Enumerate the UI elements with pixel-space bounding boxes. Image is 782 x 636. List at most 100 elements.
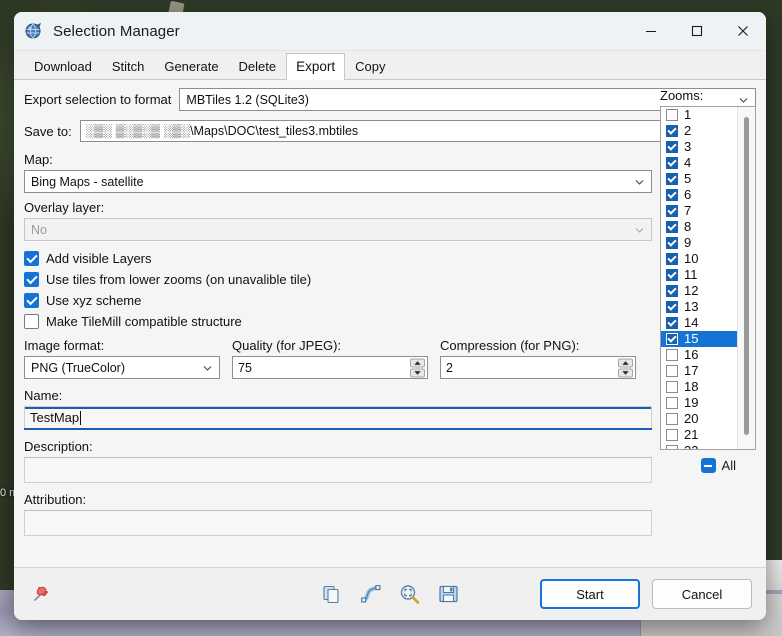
zoom-checkbox-16[interactable] bbox=[666, 349, 678, 361]
name-label: Name: bbox=[24, 388, 652, 403]
format-value: MBTiles 1.2 (SQLite3) bbox=[186, 93, 309, 107]
image-format-select[interactable]: PNG (TrueColor) bbox=[24, 356, 220, 379]
zoom-checkbox-8[interactable] bbox=[666, 221, 678, 233]
zoom-level-label: 20 bbox=[684, 411, 698, 427]
zoom-checkbox-7[interactable] bbox=[666, 205, 678, 217]
compression-value: 2 bbox=[446, 358, 453, 378]
checkbox-row-add-visible-layers[interactable]: Add visible Layers bbox=[24, 251, 652, 266]
zoom-list-scrollbar[interactable] bbox=[737, 107, 755, 449]
zoom-levels-list[interactable]: 12345678910111213141516171819202122 bbox=[660, 106, 756, 450]
zoom-checkbox-21[interactable] bbox=[666, 429, 678, 441]
tab-export[interactable]: Export bbox=[286, 53, 345, 80]
tab-stitch[interactable]: Stitch bbox=[102, 54, 155, 79]
zoom-checkbox-5[interactable] bbox=[666, 173, 678, 185]
tab-download[interactable]: Download bbox=[24, 54, 102, 79]
zoom-checkbox-13[interactable] bbox=[666, 301, 678, 313]
start-button[interactable]: Start bbox=[540, 579, 640, 609]
zoom-level-label: 3 bbox=[684, 139, 691, 155]
title-bar: Selection Manager bbox=[14, 12, 766, 51]
text-caret bbox=[80, 411, 81, 425]
zoom-checkbox-15[interactable] bbox=[666, 333, 678, 345]
zoom-checkbox-6[interactable] bbox=[666, 189, 678, 201]
stepper-up-icon[interactable] bbox=[618, 358, 633, 367]
zoom-level-label: 5 bbox=[684, 171, 691, 187]
copy-icon[interactable] bbox=[321, 583, 343, 605]
description-input[interactable] bbox=[24, 457, 652, 483]
checkbox-tilemill-structure[interactable] bbox=[24, 314, 39, 329]
zoom-checkbox-19[interactable] bbox=[666, 397, 678, 409]
attribution-input[interactable] bbox=[24, 510, 652, 536]
zoom-to-selection-icon[interactable] bbox=[399, 583, 421, 605]
zoom-checkbox-17[interactable] bbox=[666, 365, 678, 377]
quality-input[interactable]: 75 bbox=[232, 356, 428, 379]
zoom-checkbox-9[interactable] bbox=[666, 237, 678, 249]
zoom-level-label: 22 bbox=[684, 443, 698, 450]
save-icon[interactable] bbox=[438, 583, 460, 605]
checkbox-label: Add visible Layers bbox=[46, 251, 152, 266]
maximize-button[interactable] bbox=[674, 12, 720, 50]
close-button[interactable] bbox=[720, 12, 766, 50]
checkbox-row-tilemill-structure[interactable]: Make TileMill compatible structure bbox=[24, 314, 652, 329]
zoom-checkbox-4[interactable] bbox=[666, 157, 678, 169]
save-to-input[interactable]: ░▒░ ▒░▒░▒ ░▒░\Maps\DOC\test_tiles3.mbtil… bbox=[80, 120, 724, 142]
zoom-level-label: 16 bbox=[684, 347, 698, 363]
tab-generate[interactable]: Generate bbox=[154, 54, 228, 79]
quality-value: 75 bbox=[238, 358, 252, 378]
zoom-checkbox-2[interactable] bbox=[666, 125, 678, 137]
scrollbar-thumb[interactable] bbox=[744, 117, 749, 435]
checkbox-all-zooms[interactable] bbox=[701, 458, 716, 473]
image-format-value: PNG (TrueColor) bbox=[31, 361, 125, 375]
zoom-level-label: 2 bbox=[684, 123, 691, 139]
cancel-button[interactable]: Cancel bbox=[652, 579, 752, 609]
overlay-select[interactable]: No bbox=[24, 218, 652, 241]
zoom-checkbox-1[interactable] bbox=[666, 109, 678, 121]
zoom-checkbox-3[interactable] bbox=[666, 141, 678, 153]
options-group: Add visible Layers Use tiles from lower … bbox=[24, 251, 652, 329]
quality-stepper[interactable] bbox=[410, 358, 425, 377]
zoom-checkbox-12[interactable] bbox=[666, 285, 678, 297]
focus-underline bbox=[24, 428, 652, 430]
stepper-down-icon[interactable] bbox=[618, 368, 633, 377]
zoom-level-label: 19 bbox=[684, 395, 698, 411]
checkbox-label: Use tiles from lower zooms (on unavalibl… bbox=[46, 272, 311, 287]
map-label: Map: bbox=[24, 152, 652, 167]
compression-input[interactable]: 2 bbox=[440, 356, 636, 379]
map-select[interactable]: Bing Maps - satellite bbox=[24, 170, 652, 193]
tab-delete[interactable]: Delete bbox=[229, 54, 287, 79]
minimize-button[interactable] bbox=[628, 12, 674, 50]
zooms-title: Zooms: bbox=[660, 88, 756, 103]
checkbox-add-visible-layers[interactable] bbox=[24, 251, 39, 266]
save-to-value: ░▒░ ▒░▒░▒ ░▒░\Maps\DOC\test_tiles3.mbtil… bbox=[86, 121, 358, 141]
tab-copy[interactable]: Copy bbox=[345, 54, 395, 79]
zoom-level-label: 15 bbox=[684, 331, 698, 347]
zooms-all-row[interactable]: All bbox=[660, 458, 756, 473]
footer-tool-icons bbox=[321, 583, 460, 605]
zoom-checkbox-14[interactable] bbox=[666, 317, 678, 329]
zoom-level-label: 11 bbox=[684, 267, 698, 283]
polyline-icon[interactable] bbox=[360, 583, 382, 605]
zoom-level-label: 21 bbox=[684, 427, 698, 443]
compression-stepper[interactable] bbox=[618, 358, 633, 377]
zoom-level-label: 17 bbox=[684, 363, 698, 379]
zoom-checkbox-18[interactable] bbox=[666, 381, 678, 393]
name-input[interactable]: TestMap bbox=[24, 406, 652, 430]
checkbox-row-use-lower-zooms[interactable]: Use tiles from lower zooms (on unavalibl… bbox=[24, 272, 652, 287]
stepper-down-icon[interactable] bbox=[410, 368, 425, 377]
format-label: Export selection to format bbox=[24, 92, 171, 107]
pushpin-icon[interactable] bbox=[28, 581, 54, 607]
save-to-row: Save to: ░▒░ ▒░▒░▒ ░▒░\Maps\DOC\test_til… bbox=[24, 120, 756, 142]
zoom-level-label: 9 bbox=[684, 235, 691, 251]
zoom-level-label: 4 bbox=[684, 155, 691, 171]
format-row: Export selection to format MBTiles 1.2 (… bbox=[24, 88, 756, 111]
checkbox-row-use-xyz-scheme[interactable]: Use xyz scheme bbox=[24, 293, 652, 308]
checkbox-use-xyz-scheme[interactable] bbox=[24, 293, 39, 308]
zoom-checkbox-20[interactable] bbox=[666, 413, 678, 425]
stepper-up-icon[interactable] bbox=[410, 358, 425, 367]
zoom-level-label: 8 bbox=[684, 219, 691, 235]
zoom-checkbox-22[interactable] bbox=[666, 445, 678, 450]
zoom-checkbox-10[interactable] bbox=[666, 253, 678, 265]
checkbox-use-lower-zooms[interactable] bbox=[24, 272, 39, 287]
zoom-checkbox-11[interactable] bbox=[666, 269, 678, 281]
zoom-level-label: 6 bbox=[684, 187, 691, 203]
zoom-level-label: 10 bbox=[684, 251, 698, 267]
